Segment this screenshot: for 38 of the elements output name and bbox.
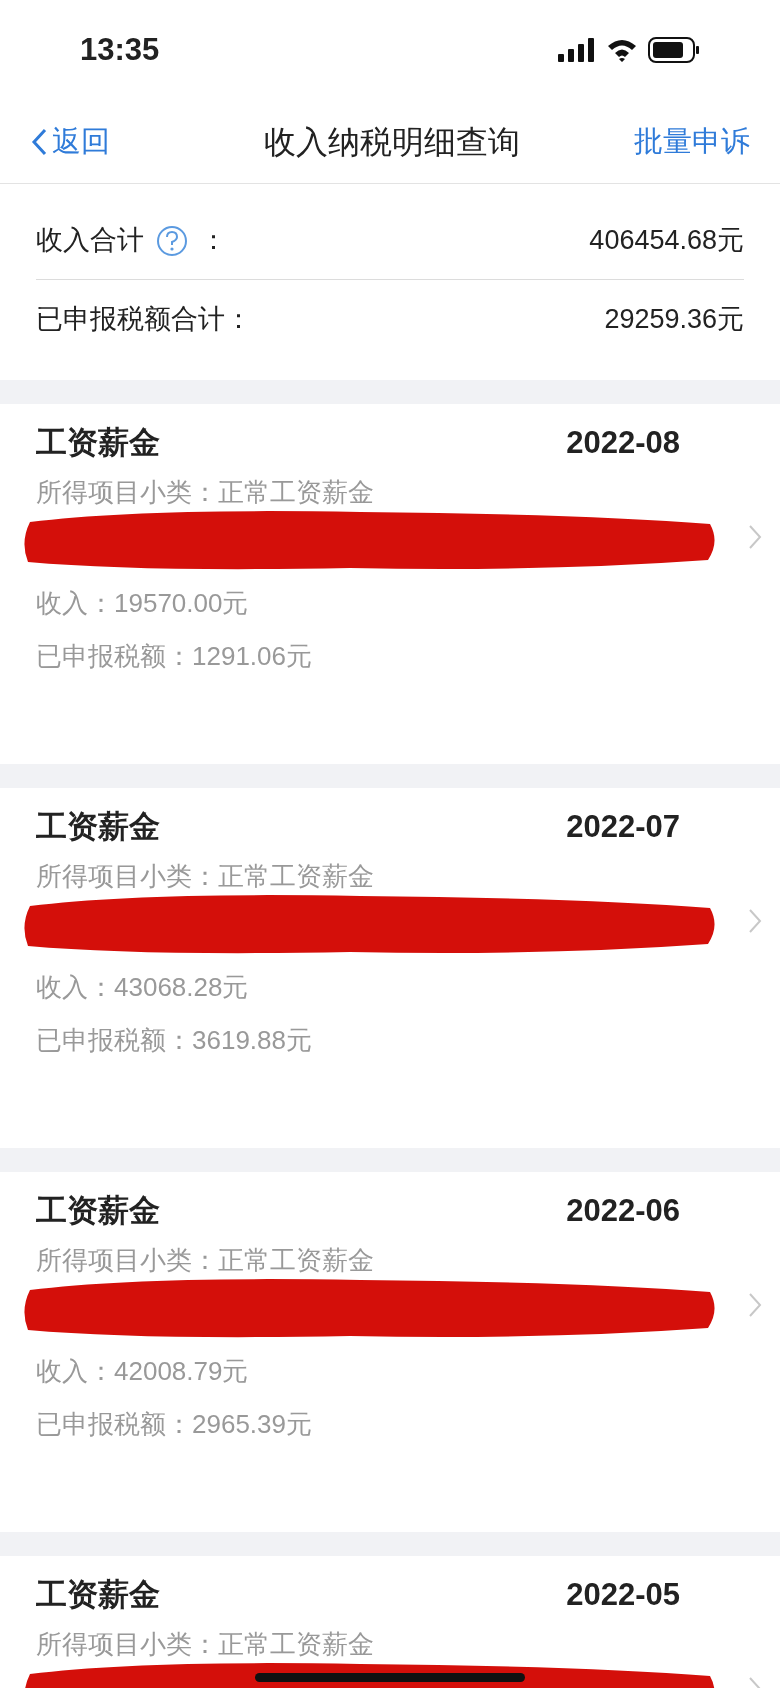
record-period: 2022-05 <box>566 1575 680 1614</box>
record-period: 2022-06 <box>566 1191 680 1230</box>
record-income: 收入：42008.79元 <box>36 1354 250 1388</box>
summary-colon: ： <box>200 224 227 258</box>
record-income: 收入：19570.00元 <box>36 586 250 620</box>
back-icon <box>30 126 48 157</box>
record-subtype: 所得项目小类：正常工资薪金 <box>36 1627 375 1661</box>
summary-label: 已申报税额合计： <box>36 302 252 336</box>
chevron-icon <box>748 1292 762 1318</box>
status-time: 13:35 <box>80 30 160 69</box>
record-title: 工资薪金 <box>36 1575 160 1614</box>
record-card[interactable]: 工资薪金 2022-07 所得项目小类：正常工资薪金 收入：43068.28元 已申报税额：3619.88元 <box>0 788 780 1148</box>
record-subtype: 所得项目小类：正常工资薪金 <box>36 1243 375 1277</box>
back-button[interactable]: 返回 <box>30 119 110 164</box>
record-tax: 已申报税额：2965.39元 <box>36 1407 313 1441</box>
help-icon[interactable] <box>156 224 188 257</box>
record-tax: 已申报税额：1291.06元 <box>36 639 313 673</box>
record-subtype: 所得项目小类：正常工资薪金 <box>36 475 375 509</box>
record-title: 工资薪金 <box>36 423 160 462</box>
wifi-icon <box>606 38 638 62</box>
record-period: 2022-07 <box>566 807 680 846</box>
summary-value: 29259.36元 <box>604 302 744 336</box>
record-period: 2022-08 <box>566 423 680 462</box>
record-tax: 已申报税额：3619.88元 <box>36 1023 313 1057</box>
chevron-icon <box>748 524 762 550</box>
page-title: 收入纳税明细查询 <box>264 122 520 162</box>
battery-icon <box>648 37 700 63</box>
summary-label: 收入合计 <box>36 224 144 258</box>
appeal-button[interactable]: 批量申诉 <box>634 119 750 164</box>
record-title: 工资薪金 <box>36 1191 160 1230</box>
record-title: 工资薪金 <box>36 807 160 846</box>
chevron-icon <box>748 908 762 934</box>
summary-value: 406454.68元 <box>589 224 744 258</box>
signal-icon <box>558 38 596 62</box>
record-subtype: 所得项目小类：正常工资薪金 <box>36 859 375 893</box>
record-income: 收入：43068.28元 <box>36 970 250 1004</box>
record-card[interactable]: 工资薪金 2022-06 所得项目小类：正常工资薪金 收入：42008.79元 已申报税额：2965.39元 <box>0 1172 780 1532</box>
record-card[interactable]: 工资薪金 2022-08 所得项目小类：正常工资薪金 收入：19570.00元 已申报税额：1291.06元 <box>0 404 780 764</box>
